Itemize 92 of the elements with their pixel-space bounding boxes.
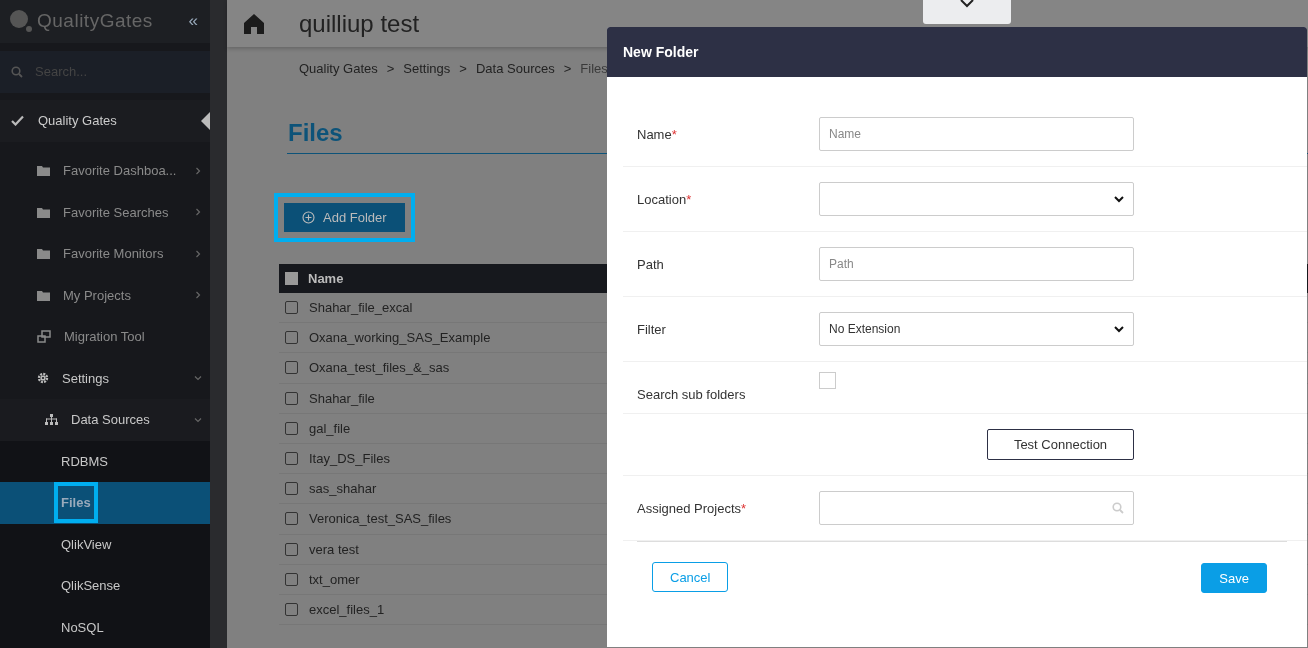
logo-text: QualityGates xyxy=(37,10,153,33)
collapse-sidebar-button[interactable]: « xyxy=(188,11,198,32)
search-input-field[interactable] xyxy=(819,491,1134,525)
row-checkbox[interactable] xyxy=(285,482,298,496)
row-checkbox[interactable] xyxy=(285,542,298,556)
chevron-down-icon xyxy=(1114,195,1124,203)
field-label: Location* xyxy=(637,191,693,207)
folder-icon xyxy=(37,248,50,260)
table-cell: Oxana_working_SAS_Example xyxy=(309,330,491,346)
table-cell: excel_files_1 xyxy=(309,601,385,617)
table-cell: sas_shahar xyxy=(309,481,377,497)
field-label: Assigned Projects* xyxy=(637,500,748,516)
sidebar-item-label: Files xyxy=(54,482,98,524)
plus-circle-icon xyxy=(302,211,315,224)
field-label: Name* xyxy=(637,126,678,142)
table-cell: gal_file xyxy=(309,420,351,436)
checkbox[interactable] xyxy=(819,372,836,389)
chevron-down-icon xyxy=(960,0,974,8)
dialog-title: New Folder xyxy=(623,44,699,60)
sidebar-item[interactable]: QlikView xyxy=(0,523,210,565)
column-header[interactable]: Name xyxy=(308,271,344,286)
windows-icon xyxy=(37,330,51,344)
row-checkbox[interactable] xyxy=(285,301,298,315)
cancel-button[interactable]: Cancel xyxy=(652,562,729,592)
row-checkbox[interactable] xyxy=(285,572,298,586)
row-checkbox[interactable] xyxy=(285,361,298,375)
sidebar-item[interactable]: Favorite Searches xyxy=(0,191,210,233)
breadcrumb-separator: > xyxy=(386,61,395,76)
row-checkbox[interactable] xyxy=(285,602,298,616)
chevron-down-icon xyxy=(1114,325,1124,333)
sidebar-item-label: RDBMS xyxy=(60,452,109,471)
table-cell: Shahar_file xyxy=(309,390,375,406)
sidebar-item-label: Favorite Searches xyxy=(63,204,169,220)
sidebar-item-label: Favorite Dashboa... xyxy=(63,163,177,179)
sidebar-item[interactable]: NoSQL xyxy=(0,606,210,648)
field-label: Search sub folders xyxy=(637,387,747,402)
sitemap-icon xyxy=(45,414,58,426)
section-label: Quality Gates xyxy=(38,113,117,129)
sidebar-item-label: Favorite Monitors xyxy=(63,246,164,262)
sidebar-item-label: QlikSense xyxy=(60,577,122,596)
search-icon xyxy=(1112,502,1124,514)
home-icon[interactable] xyxy=(243,12,265,35)
sidebar-item-label: QlikView xyxy=(60,535,113,554)
breadcrumb-link[interactable]: Quality Gates xyxy=(299,61,378,76)
sidebar-item-label: Settings xyxy=(62,370,109,386)
row-checkbox[interactable] xyxy=(285,512,298,526)
sidebar-item[interactable]: Settings xyxy=(0,357,210,399)
breadcrumb-link[interactable]: Settings xyxy=(403,61,451,76)
page-title: Files xyxy=(287,120,343,146)
field-label: Filter xyxy=(637,321,667,337)
folder-icon xyxy=(37,289,50,301)
breadcrumb-separator: > xyxy=(459,61,467,76)
save-button[interactable]: Save xyxy=(1201,563,1267,593)
dropdown-field[interactable] xyxy=(819,182,1134,216)
dropdown-field[interactable]: No Extension xyxy=(819,312,1134,346)
sidebar-item[interactable]: My Projects xyxy=(0,274,210,316)
field-label: Path xyxy=(637,256,665,272)
sidebar-item[interactable]: Favorite Monitors xyxy=(0,233,210,275)
sidebar-item[interactable]: Favorite Dashboa... xyxy=(0,150,210,192)
row-checkbox[interactable] xyxy=(285,391,298,405)
row-checkbox[interactable] xyxy=(285,421,298,435)
text-input-field[interactable]: Path xyxy=(819,247,1134,281)
select-all-checkbox[interactable] xyxy=(285,272,298,285)
folder-icon xyxy=(37,206,50,218)
sidebar-item-label: Migration Tool xyxy=(64,329,145,345)
folder-icon xyxy=(37,165,50,177)
sidebar-item-label: My Projects xyxy=(63,287,131,303)
sidebar-item[interactable]: RDBMS xyxy=(0,440,210,482)
text-input-field[interactable]: Name xyxy=(819,117,1134,151)
test-connection-button[interactable]: Test Connection xyxy=(987,429,1134,460)
logo-icon xyxy=(9,9,33,34)
row-checkbox[interactable] xyxy=(285,452,298,466)
sidebar-section[interactable]: Quality Gates xyxy=(0,99,210,142)
table-cell: vera test xyxy=(309,541,359,557)
sidebar-item-label: NoSQL xyxy=(60,618,105,637)
table-cell: Oxana_test_files_&_sas xyxy=(309,360,450,376)
table-cell: Shahar_file_excal xyxy=(309,300,413,316)
checkmark-icon xyxy=(11,115,24,127)
sidebar-item[interactable]: QlikSense xyxy=(0,565,210,607)
row-checkbox[interactable] xyxy=(285,331,298,345)
table-cell: Itay_DS_Files xyxy=(309,451,390,467)
sidebar-item[interactable]: Migration Tool xyxy=(0,316,210,358)
app-title: quilliup test xyxy=(299,9,420,38)
breadcrumb-link[interactable]: Data Sources xyxy=(475,61,555,76)
gear-icon xyxy=(37,372,49,385)
search-icon xyxy=(11,65,23,78)
table-cell: Veronica_test_SAS_files xyxy=(309,511,452,527)
add-folder-button[interactable]: Add Folder xyxy=(284,203,405,232)
table-cell: txt_omer xyxy=(309,571,360,587)
breadcrumb-separator: > xyxy=(563,61,572,76)
sidebar-item-label: Data Sources xyxy=(71,412,150,428)
sidebar-item[interactable]: Files xyxy=(0,482,210,524)
